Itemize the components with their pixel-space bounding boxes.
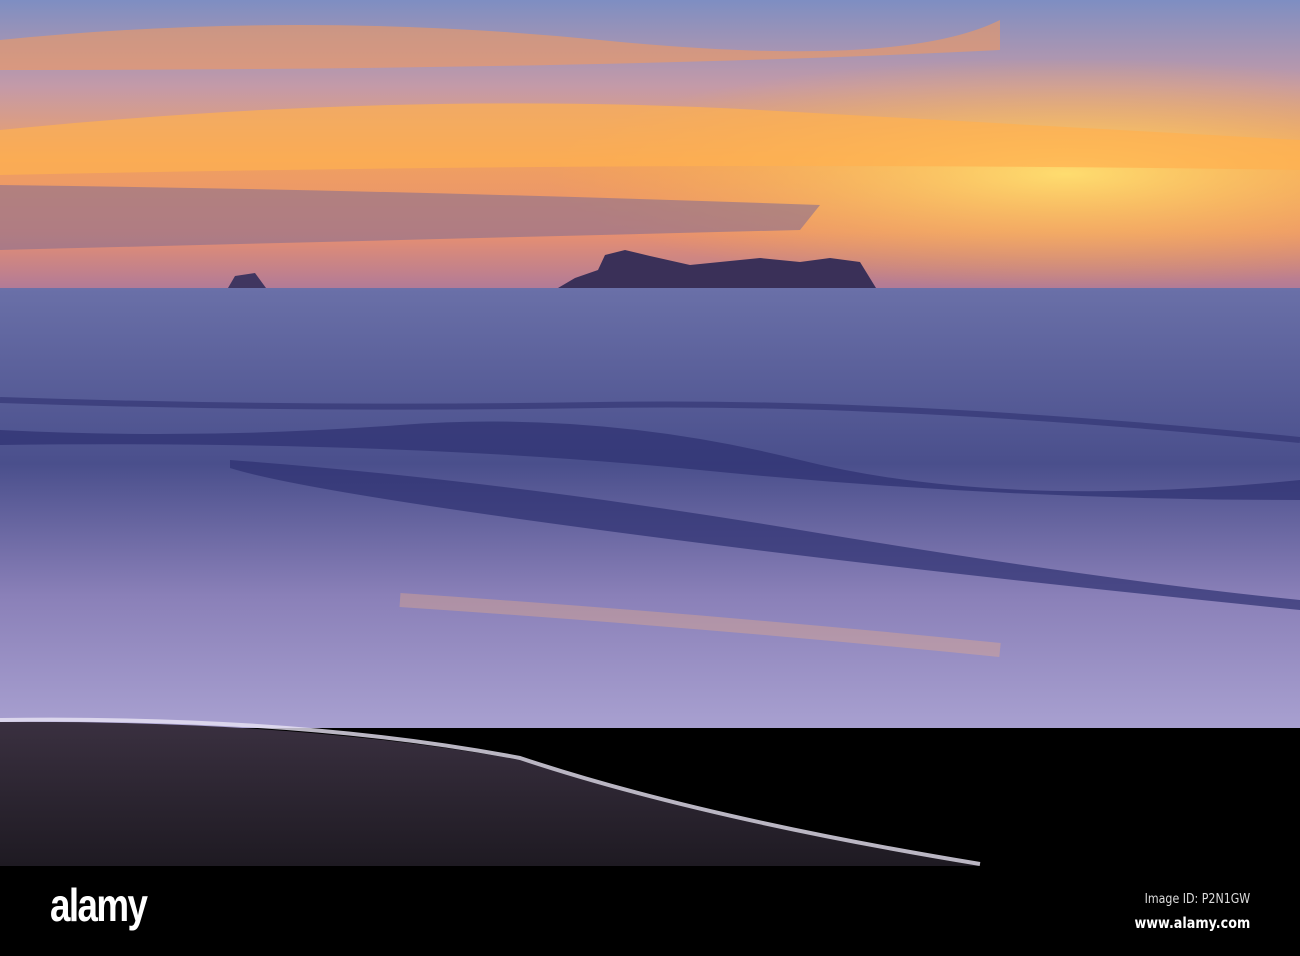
- alamy-logo: alamy: [50, 879, 148, 931]
- sea: [0, 288, 1300, 728]
- watermark-bar: alamy Image ID: P2N1GW www.alamy.com: [0, 866, 1300, 956]
- sky: [0, 0, 1300, 290]
- beach: [0, 717, 981, 866]
- sunset-photo: [0, 0, 1300, 866]
- image-id: Image ID: P2N1GW: [1144, 892, 1250, 907]
- site-url: www.alamy.com: [1134, 914, 1250, 932]
